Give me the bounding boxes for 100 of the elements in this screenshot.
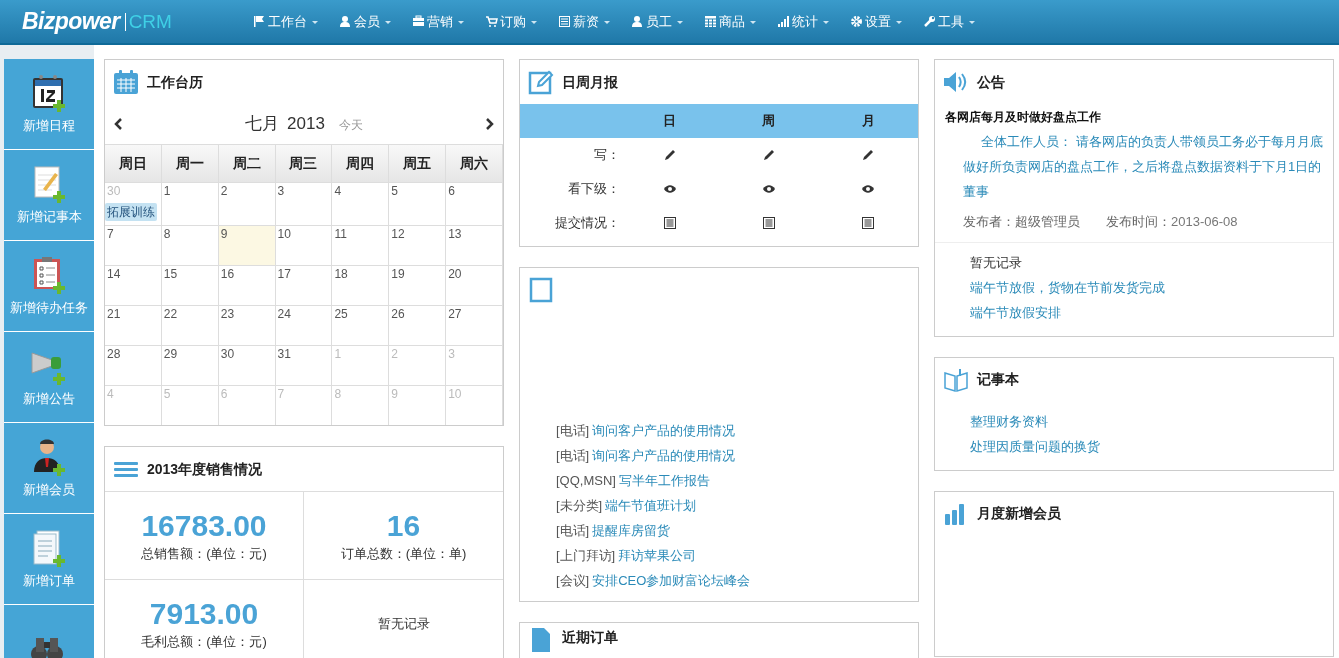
calendar-day[interactable]: 17 — [275, 265, 333, 305]
stat-value: 16 — [386, 507, 421, 544]
nav-menu[interactable]: 统计 — [777, 11, 830, 32]
calendar-day[interactable]: 7 — [105, 225, 162, 265]
note-link[interactable]: 处理因质量问题的换货 — [970, 434, 1333, 460]
nav-menu[interactable]: 订购 — [485, 11, 538, 32]
task-category: [未分类] — [556, 496, 603, 515]
calendar-day[interactable]: 2 — [218, 182, 276, 225]
calendar-day[interactable]: 14 — [105, 265, 162, 305]
notice-link[interactable]: 端午节放假安排 — [970, 300, 1333, 326]
cart-icon — [485, 15, 498, 28]
sidebar-shortcut[interactable]: 新增待办任务 — [4, 241, 94, 332]
bar-chart-icon — [777, 15, 790, 28]
nav-menu[interactable]: 工具 — [923, 11, 976, 32]
task-link[interactable]: 写半年工作报告 — [618, 470, 710, 491]
day-number: 30 — [106, 183, 122, 199]
nav-menu[interactable]: 设置 — [850, 11, 903, 32]
calendar-day[interactable]: 30 — [218, 345, 276, 385]
pencil-icon[interactable] — [861, 148, 876, 162]
column-header: 日 — [662, 112, 678, 131]
sidebar-shortcut[interactable]: 新增会员 — [4, 423, 94, 514]
task-category: [电话] — [556, 521, 590, 540]
task-link[interactable]: 询问客户产品的使用情况 — [592, 445, 736, 466]
nav-menu[interactable]: 营销 — [412, 11, 465, 32]
calendar-day[interactable]: 6 — [446, 182, 503, 225]
row-label: 提交情况： — [554, 214, 620, 233]
list-icon[interactable] — [861, 216, 876, 230]
calendar-day[interactable]: 27 — [446, 305, 503, 345]
sidebar-shortcut[interactable]: 新增公告 — [4, 332, 94, 423]
empty-message: 暂无记录 — [377, 615, 430, 634]
calendar-day[interactable]: 10 — [275, 225, 333, 265]
day-number: 6 — [219, 386, 229, 402]
calendar-day[interactable]: 30 拓展训练 — [105, 182, 162, 225]
task-link[interactable]: 提醒库房留货 — [592, 520, 671, 541]
panel-title: 2013年度销售情况 — [147, 459, 263, 479]
sidebar-shortcut[interactable]: 新增订单 — [4, 514, 94, 605]
calendar-day[interactable]: 9 — [218, 225, 276, 265]
calendar-event[interactable]: 拓展训练 — [105, 203, 157, 221]
person-icon — [631, 15, 644, 28]
calendar-day[interactable]: 11 — [332, 225, 390, 265]
day-number: 3 — [276, 183, 286, 199]
sidebar-shortcut[interactable]: 新增日程 — [4, 59, 94, 150]
task-link[interactable]: 安排CEO参加财富论坛峰会 — [592, 570, 751, 591]
calendar-day[interactable]: 19 — [389, 265, 447, 305]
weekday-header: 周日 — [105, 144, 162, 182]
eye-icon[interactable] — [861, 182, 876, 196]
day-number: 10 — [276, 226, 292, 242]
calendar-day[interactable]: 5 — [389, 182, 447, 225]
task-link[interactable]: 拜访苹果公司 — [618, 545, 697, 566]
calendar-day[interactable]: 4 — [332, 182, 390, 225]
pencil-icon[interactable] — [762, 148, 776, 162]
calendar-day[interactable]: 3 — [275, 182, 333, 225]
eye-icon[interactable] — [662, 182, 677, 196]
notice-link[interactable]: 端午节放假，货物在节前发货完成 — [970, 275, 1333, 301]
panel-title: 日周月报 — [562, 72, 618, 92]
task-link[interactable]: 询问客户产品的使用情况 — [592, 420, 736, 441]
calendar-day[interactable]: 15 — [161, 265, 219, 305]
calendar-day[interactable]: 16 — [218, 265, 276, 305]
calendar-day[interactable]: 13 — [446, 225, 503, 265]
calendar-day[interactable]: 26 — [389, 305, 447, 345]
day-number: 25 — [333, 306, 349, 322]
note-link[interactable]: 整理财务资料 — [970, 409, 1333, 435]
calendar-day[interactable]: 31 — [275, 345, 333, 385]
calendar-day[interactable]: 18 — [332, 265, 390, 305]
day-number: 21 — [106, 306, 122, 322]
nav-menu[interactable]: 工作台 — [253, 11, 319, 32]
day-number: 8 — [162, 226, 172, 242]
nav-menu[interactable]: 员工 — [631, 11, 684, 32]
nav-menu[interactable]: 会员 — [339, 11, 392, 32]
day-number: 5 — [390, 183, 399, 199]
day-number: 10 — [447, 386, 463, 402]
calendar-day[interactable]: 29 — [161, 345, 219, 385]
task-link[interactable]: 端午节值班计划 — [605, 495, 697, 516]
calendar-day[interactable]: 21 — [105, 305, 162, 345]
calendar-day[interactable]: 28 — [105, 345, 162, 385]
calendar-day[interactable]: 25 — [332, 305, 390, 345]
settings-icon — [850, 15, 863, 28]
calendar-day[interactable]: 24 — [275, 305, 333, 345]
day-number: 14 — [106, 266, 122, 282]
today-link[interactable]: 今天 — [338, 116, 363, 135]
wrench-icon — [923, 15, 936, 28]
sidebar-shortcut[interactable]: 新增记事本 — [4, 150, 94, 241]
list-icon[interactable] — [662, 216, 677, 230]
day-number: 23 — [219, 306, 236, 322]
eye-icon[interactable] — [762, 182, 776, 196]
calendar-day[interactable]: 8 — [161, 225, 219, 265]
calendar-day[interactable]: 20 — [446, 265, 503, 305]
calendar-icon — [113, 69, 139, 95]
calendar-day[interactable]: 12 — [389, 225, 447, 265]
day-number: 1 — [333, 346, 343, 362]
list-icon[interactable] — [762, 216, 776, 230]
calendar-day[interactable]: 22 — [161, 305, 219, 345]
next-icon — [485, 118, 495, 130]
day-number: 30 — [219, 346, 236, 362]
nav-menu[interactable]: 商品 — [704, 11, 757, 32]
nav-menu[interactable]: 薪资 — [558, 11, 611, 32]
row-label: 写： — [593, 146, 620, 165]
pencil-icon[interactable] — [662, 148, 677, 162]
calendar-day[interactable]: 1 — [161, 182, 219, 225]
calendar-day[interactable]: 23 — [218, 305, 276, 345]
